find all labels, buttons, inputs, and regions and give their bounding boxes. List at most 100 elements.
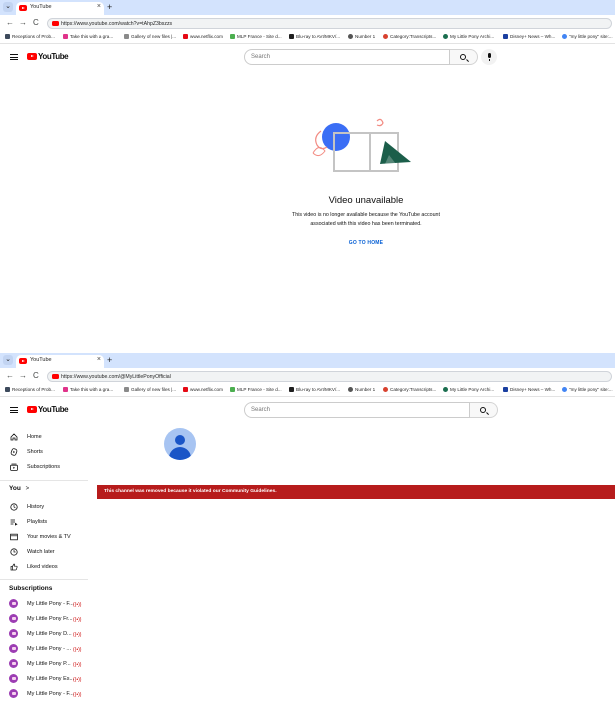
forward-button[interactable]: →: [19, 18, 27, 27]
bookmark-item[interactable]: www.netflix.com: [183, 34, 223, 42]
error-message: This video is no longer available becaus…: [0, 211, 615, 228]
forward-button[interactable]: →: [19, 371, 27, 380]
bookmark-item[interactable]: MLP France - Site d...: [230, 387, 282, 395]
new-tab-button[interactable]: +: [107, 355, 112, 365]
search-button[interactable]: [470, 402, 498, 418]
menu-icon[interactable]: [10, 54, 18, 60]
channel-avatar: [9, 659, 18, 668]
sidebar-item-subscriptions[interactable]: Subscriptions: [0, 460, 88, 474]
sidebar-item-liked-videos[interactable]: Liked videos: [0, 560, 88, 574]
bookmark-icon: [383, 387, 388, 392]
channel-avatar: [9, 614, 18, 623]
google-icon: [562, 34, 567, 39]
subscriptions-icon: [10, 463, 18, 471]
sidebar-item-shorts[interactable]: Shorts: [0, 445, 88, 459]
subscription-item[interactable]: My Little Pony P... ((•)): [0, 657, 88, 671]
youtube-play-icon: [27, 53, 37, 60]
bookmarks-bar: Receptions of Prob... Take this with a g…: [0, 32, 615, 44]
subscription-item[interactable]: My Little Pony - F... ((•)): [0, 597, 88, 611]
subscription-item[interactable]: My Little Pony Fr... ((•)): [0, 612, 88, 626]
bookmark-item[interactable]: Gallery of new files |...: [124, 387, 176, 395]
bookmark-item[interactable]: Category:Transcripts...: [383, 34, 436, 42]
browser-window-video-page: ⌄ YouTube × + ← → C https://www.youtube.…: [0, 0, 615, 353]
search-placeholder: Search: [251, 53, 271, 60]
back-button[interactable]: ←: [6, 371, 14, 380]
error-message-line: This video is no longer available becaus…: [292, 212, 440, 218]
tab-youtube[interactable]: YouTube ×: [16, 2, 104, 15]
error-message-line: associated with this video has been term…: [310, 220, 422, 227]
playlists-icon: [10, 519, 18, 526]
bookmark-item[interactable]: Disney+ News – Wh...: [503, 387, 555, 395]
history-icon: [10, 503, 18, 511]
bookmark-item[interactable]: Blu-ray to AVI/MKV/...: [289, 387, 340, 395]
bookmark-item[interactable]: Number 1: [348, 34, 375, 42]
bookmark-item[interactable]: Gallery of new files |...: [124, 34, 176, 42]
tab-search-button[interactable]: ⌄: [3, 355, 13, 365]
tab-strip: ⌄ YouTube × +: [0, 353, 615, 368]
browser-toolbar: ← → C https://www.youtube.com/@MyLittleP…: [0, 368, 615, 385]
go-to-home-button[interactable]: GO TO HOME: [344, 237, 388, 249]
live-icon: ((•)): [73, 691, 82, 698]
subscription-item[interactable]: My Little Pony Es... ((•)): [0, 672, 88, 686]
sidebar-item-home[interactable]: Home: [0, 430, 88, 444]
tab-title: YouTube: [30, 357, 52, 363]
logo-text: YouTube: [38, 405, 69, 414]
reload-button[interactable]: C: [33, 18, 39, 27]
tab-youtube[interactable]: YouTube ×: [16, 355, 104, 368]
divider: [0, 579, 88, 580]
search-button[interactable]: [450, 49, 478, 65]
bookmark-item[interactable]: Take this with a gra...: [63, 387, 113, 395]
you-section-heading[interactable]: You >: [9, 485, 29, 492]
bookmark-item[interactable]: Category:Transcripts...: [383, 387, 436, 395]
channel-avatar: [9, 644, 18, 653]
live-icon: ((•)): [73, 676, 82, 683]
live-icon: ((•)): [73, 616, 82, 623]
bookmark-icon: [63, 34, 68, 39]
bookmark-icon: [230, 387, 235, 392]
banner-text: This channel was removed because it viol…: [104, 489, 277, 494]
bookmark-item[interactable]: Number 1: [348, 387, 375, 395]
bookmark-item[interactable]: MLP France - Site d...: [230, 34, 282, 42]
subscription-item[interactable]: My Little Pony - F... ((•)): [0, 687, 88, 701]
channel-avatar-placeholder: [164, 428, 196, 460]
voice-search-button[interactable]: [481, 49, 497, 65]
sidebar-item-history[interactable]: History: [0, 500, 88, 514]
tab-search-button[interactable]: ⌄: [3, 2, 13, 12]
bookmark-item[interactable]: Blu-ray to AVI/MKV/...: [289, 34, 340, 42]
subscription-item[interactable]: My Little Pony D... ((•)): [0, 627, 88, 641]
bookmark-item[interactable]: My Little Pony Archi...: [443, 387, 494, 395]
bookmark-item[interactable]: Disney+ News – Wh...: [503, 34, 555, 42]
channel-avatar: [9, 629, 18, 638]
bluray-icon: [289, 387, 294, 392]
bookmark-item[interactable]: Take this with a gra...: [63, 34, 113, 42]
subscription-item[interactable]: My Little Pony - ... ((•)): [0, 642, 88, 656]
netflix-icon: [183, 34, 188, 39]
address-bar[interactable]: https://www.youtube.com/@MyLittlePonyOff…: [47, 371, 612, 382]
back-button[interactable]: ←: [6, 18, 14, 27]
avatar-body: [169, 447, 191, 460]
channel-avatar: [9, 674, 18, 683]
tab-strip: ⌄ YouTube × +: [0, 0, 615, 15]
bookmark-icon: [443, 34, 448, 39]
search-input[interactable]: Search: [244, 49, 450, 65]
bookmark-item[interactable]: My Little Pony Archi...: [443, 34, 494, 42]
bookmark-item[interactable]: "my little pony" site:...: [562, 387, 613, 395]
reload-button[interactable]: C: [33, 371, 39, 380]
movies-icon: [10, 533, 18, 541]
address-bar[interactable]: https://www.youtube.com/watch?v=tAhpZ3bs…: [47, 18, 612, 29]
bookmark-item[interactable]: "my little pony" site:...: [562, 34, 613, 42]
bookmark-icon: [5, 387, 10, 392]
bookmark-icon: [383, 34, 388, 39]
close-icon[interactable]: ×: [97, 3, 101, 10]
sidebar-item-watch-later[interactable]: Watch later: [0, 545, 88, 559]
sidebar-item-playlists[interactable]: Playlists: [0, 515, 88, 529]
bookmark-icon: [124, 387, 129, 392]
sidebar-item-movies[interactable]: Your movies & TV: [0, 530, 88, 544]
bookmark-item[interactable]: www.netflix.com: [183, 387, 223, 395]
search-input[interactable]: Search: [244, 402, 470, 418]
bookmark-item[interactable]: Receptions of Prob...: [5, 34, 55, 42]
close-icon[interactable]: ×: [97, 356, 101, 363]
bookmark-item[interactable]: Receptions of Prob...: [5, 387, 55, 395]
menu-icon[interactable]: [10, 407, 18, 413]
new-tab-button[interactable]: +: [107, 2, 112, 12]
